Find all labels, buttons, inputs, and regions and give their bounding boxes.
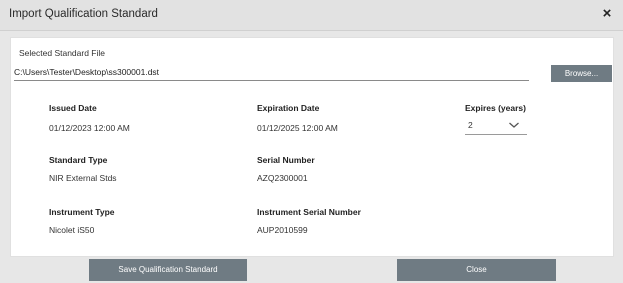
expiration-date-label: Expiration Date bbox=[257, 103, 320, 113]
expires-years-label: Expires (years) bbox=[465, 103, 526, 113]
issued-date-label: Issued Date bbox=[49, 103, 97, 113]
standard-type-label: Standard Type bbox=[49, 155, 108, 165]
instrument-type-value: Nicolet iS50 bbox=[49, 225, 95, 235]
serial-number-label: Serial Number bbox=[257, 155, 315, 165]
browse-button[interactable]: Browse... bbox=[551, 65, 612, 82]
close-button[interactable]: Close bbox=[397, 259, 556, 281]
standard-type-value: NIR External Stds bbox=[49, 173, 117, 183]
selected-file-label: Selected Standard File bbox=[19, 48, 105, 58]
close-icon[interactable]: × bbox=[597, 4, 617, 24]
title-bar: Import Qualification Standard × bbox=[0, 0, 623, 31]
instrument-serial-number-value: AUP2010599 bbox=[257, 225, 308, 235]
chevron-down-icon bbox=[508, 118, 520, 136]
expiration-date-value: 01/12/2025 12:00 AM bbox=[257, 123, 338, 133]
instrument-type-label: Instrument Type bbox=[49, 207, 115, 217]
instrument-serial-number-label: Instrument Serial Number bbox=[257, 207, 361, 217]
save-qualification-standard-button[interactable]: Save Qualification Standard bbox=[89, 259, 247, 281]
dialog-content: Selected Standard File C:\Users\Tester\D… bbox=[10, 37, 614, 257]
issued-date-value: 01/12/2023 12:00 AM bbox=[49, 123, 130, 133]
serial-number-value: AZQ2300001 bbox=[257, 173, 308, 183]
dialog-footer: Save Qualification Standard Close bbox=[0, 257, 623, 283]
file-path-field[interactable]: C:\Users\Tester\Desktop\ss300001.dst bbox=[14, 67, 159, 77]
window-title: Import Qualification Standard bbox=[9, 8, 158, 20]
expires-years-value: 2 bbox=[468, 120, 473, 130]
file-path-underline bbox=[14, 80, 529, 81]
expires-years-dropdown[interactable]: 2 bbox=[465, 118, 527, 135]
